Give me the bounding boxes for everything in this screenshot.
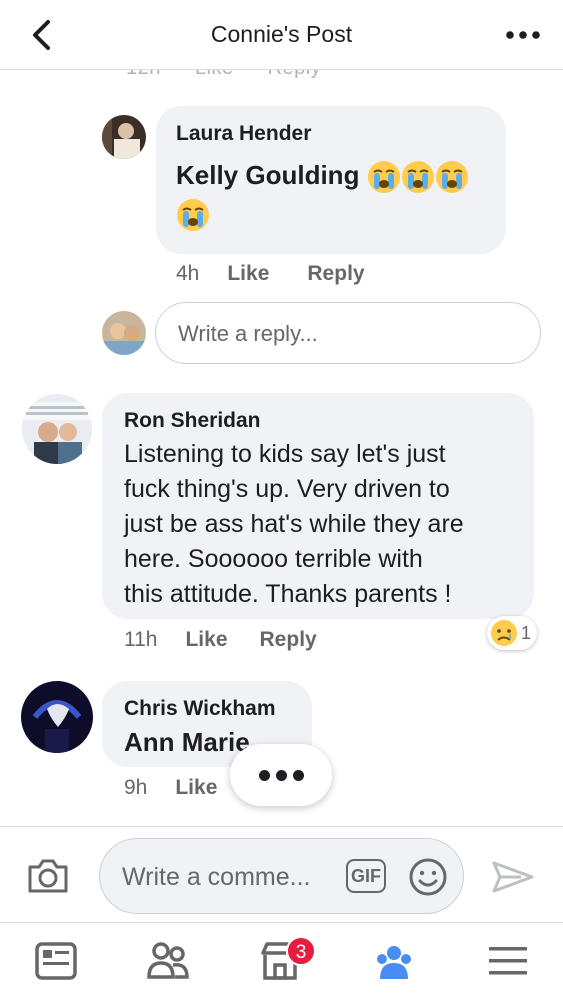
typing-dot — [276, 770, 287, 781]
comment-time: 9h — [124, 776, 148, 799]
reply-button[interactable]: Reply — [307, 262, 364, 285]
comment-input[interactable]: Write a comme... GIF — [99, 838, 464, 914]
marketplace-badge: 3 — [286, 936, 316, 966]
comment-author[interactable]: Ron Sheridan — [124, 409, 261, 433]
comment-bubble-laura[interactable]: Laura Hender Kelly Goulding — [156, 106, 506, 254]
loudly-crying-face-icon — [435, 161, 468, 194]
comment-composer: Write a comme... GIF — [0, 826, 563, 922]
comment-time: 4h — [176, 262, 200, 285]
avatar-laura[interactable] — [102, 115, 146, 159]
comment-meta-laura: 4h Like Reply — [176, 262, 365, 286]
sad-face-icon — [491, 620, 517, 646]
reaction-summary[interactable]: 1 — [487, 616, 538, 650]
mentioned-name[interactable]: Kelly Goulding — [176, 160, 359, 190]
comment-line: this attitude. Thanks parents ! — [124, 580, 452, 608]
comment-text: Kelly Goulding — [176, 158, 496, 232]
header-bar: Connie's Post — [0, 0, 563, 70]
like-button[interactable]: Like — [227, 262, 269, 285]
avatar-chris[interactable] — [21, 681, 93, 753]
comment-author[interactable]: Chris Wickham — [124, 697, 276, 721]
like-button[interactable]: Like — [185, 628, 227, 651]
menu-icon[interactable] — [486, 939, 530, 983]
loudly-crying-face-icon — [367, 161, 400, 194]
loudly-crying-face-icon — [401, 161, 434, 194]
comment-author[interactable]: Laura Hender — [176, 122, 311, 146]
comment-text[interactable]: Ann Marie — [124, 725, 250, 760]
comment-meta-chris: 9h Like — [124, 776, 217, 800]
comment-line: Listening to kids say let's just — [124, 440, 446, 468]
send-icon[interactable] — [491, 859, 535, 895]
like-button[interactable]: Like — [175, 776, 217, 799]
loudly-crying-face-icon — [177, 199, 209, 232]
friends-icon[interactable] — [146, 939, 190, 983]
avatar-current-user — [102, 311, 146, 355]
more-options-icon[interactable] — [505, 30, 541, 40]
smiley-icon[interactable] — [408, 857, 448, 897]
reply-input[interactable]: Write a reply... — [155, 302, 541, 364]
bottom-tab-bar — [0, 922, 563, 1000]
reaction-count: 1 — [521, 622, 532, 643]
comment-meta-ron: 11h Like Reply — [124, 628, 317, 652]
comment-line: here. Soooooo terrible with — [124, 545, 423, 573]
comment-bubble-ron[interactable]: Ron Sheridan Listening to kids say let's… — [102, 393, 534, 619]
camera-icon[interactable] — [26, 857, 70, 895]
news-feed-icon[interactable] — [34, 939, 78, 983]
gif-button[interactable]: GIF — [346, 859, 386, 893]
avatar-ron[interactable] — [22, 394, 92, 464]
typing-dot — [293, 770, 304, 781]
groups-icon[interactable] — [372, 939, 416, 983]
page-title: Connie's Post — [210, 21, 353, 47]
comment-input-placeholder: Write a comme... — [122, 863, 311, 891]
reply-button[interactable]: Reply — [260, 628, 317, 651]
reply-input-placeholder: Write a reply... — [178, 321, 318, 346]
typing-dot — [259, 770, 270, 781]
comment-text: Listening to kids say let's just fuck th… — [124, 437, 464, 612]
typing-indicator — [230, 744, 332, 806]
comment-time: 11h — [124, 628, 158, 651]
comment-line: fuck thing's up. Very driven to — [124, 475, 450, 503]
comment-line: just be ass hat's while they are — [124, 510, 464, 538]
